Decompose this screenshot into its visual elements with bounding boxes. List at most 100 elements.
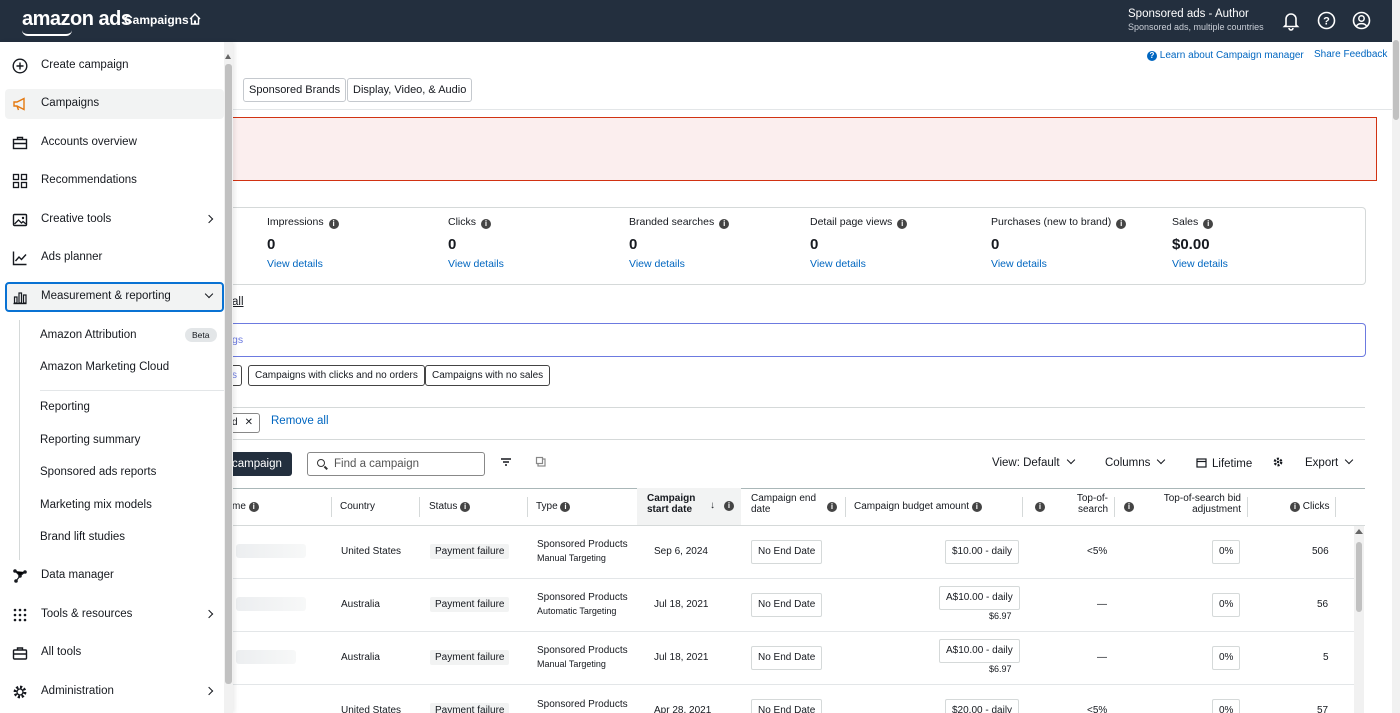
sidebar-item-all-tools[interactable]: All tools <box>5 638 224 668</box>
export-dropdown[interactable]: Export <box>1305 455 1354 469</box>
sidebar-item-administration[interactable]: Administration <box>5 677 224 707</box>
filter-chip-clicks-no-orders[interactable]: Campaigns with clicks and no orders <box>248 365 425 386</box>
view-details-link[interactable]: View details <box>629 258 729 270</box>
sidebar-item-campaigns[interactable]: Campaigns <box>5 89 224 119</box>
col-header-country[interactable]: Country <box>340 501 375 537</box>
col-header-clicks[interactable]: i Clicks <box>1290 501 1329 537</box>
sidebar-item-data-manager[interactable]: Data manager <box>5 561 224 591</box>
info-icon[interactable]: i <box>719 219 730 229</box>
share-feedback-link[interactable]: Share Feedback <box>1314 49 1387 60</box>
home-icon[interactable] <box>188 12 202 29</box>
sort-down-icon[interactable]: ↓ <box>710 500 715 511</box>
col-header-budget[interactable]: Campaign budget amount i <box>854 501 982 537</box>
table-scrollbar[interactable] <box>1354 526 1364 713</box>
chevron-right-icon <box>204 214 214 224</box>
campaign-name-redacted[interactable] <box>236 597 306 611</box>
filter-chip-partial[interactable]: s <box>232 365 242 386</box>
sidebar-item-accounts-overview[interactable]: Accounts overview <box>5 128 224 158</box>
scroll-up-icon[interactable] <box>225 54 231 59</box>
view-dropdown[interactable]: View: Default <box>992 455 1075 469</box>
bid-adjustment-field[interactable]: 0% <box>1212 699 1241 713</box>
info-icon[interactable]: i <box>560 502 571 512</box>
columns-dropdown[interactable]: Columns <box>1105 455 1166 469</box>
end-date-field[interactable]: No End Date <box>751 593 823 617</box>
col-header-start-date[interactable]: Campaign start date ↓ i <box>637 488 741 526</box>
info-icon[interactable]: i <box>897 219 908 229</box>
info-icon[interactable]: i <box>328 219 339 229</box>
sidebar-item-measurement-reporting[interactable]: Measurement & reporting <box>5 282 224 312</box>
remove-all-link[interactable]: Remove all <box>271 415 329 427</box>
bell-icon[interactable] <box>1282 11 1300 34</box>
view-details-link[interactable]: View details <box>448 258 504 270</box>
table-header-border <box>232 525 1365 526</box>
page-scrollbar[interactable] <box>1392 0 1400 713</box>
date-range-button[interactable]: Lifetime <box>1196 457 1252 470</box>
sidebar-subitem-reporting-summary[interactable]: Reporting summary <box>40 434 140 446</box>
col-header-status[interactable]: Status i <box>429 501 471 537</box>
info-icon[interactable]: i <box>1124 502 1134 512</box>
col-header-name[interactable]: me i <box>232 501 259 537</box>
info-icon[interactable]: i <box>1203 219 1214 229</box>
active-filter-chip[interactable]: d ✕ <box>232 413 260 433</box>
create-campaign-button[interactable]: campaign <box>232 452 292 476</box>
amazon-ads-logo[interactable]: amazon ads <box>22 8 132 31</box>
scroll-up-icon[interactable] <box>1355 529 1363 534</box>
filter-search-bar[interactable]: gs <box>232 323 1366 357</box>
filter-chip-no-sales[interactable]: Campaigns with no sales <box>425 365 551 386</box>
sidebar-scrollbar[interactable] <box>224 42 233 713</box>
account-switcher[interactable]: Sponsored ads - Author Sponsored ads, mu… <box>1128 8 1264 32</box>
help-icon[interactable]: ? <box>1317 11 1336 33</box>
budget-field[interactable]: A$10.00 - daily <box>939 639 1020 663</box>
info-icon[interactable]: i <box>724 501 734 511</box>
tab-sponsored-brands[interactable]: Sponsored Brands <box>243 78 347 102</box>
info-icon[interactable]: i <box>460 502 471 512</box>
close-icon[interactable]: ✕ <box>245 417 253 428</box>
campaign-name-redacted[interactable] <box>236 544 306 558</box>
copy-icon[interactable] <box>535 456 547 471</box>
sidebar-subitem-marketing-mix-models[interactable]: Marketing mix models <box>40 499 152 511</box>
sidebar-subitem-reporting[interactable]: Reporting <box>40 401 90 413</box>
learn-link[interactable]: ? Learn about Campaign manager <box>1147 50 1304 61</box>
bid-adjustment-field[interactable]: 0% <box>1212 593 1241 617</box>
view-all-link[interactable]: all <box>232 296 244 308</box>
campaign-name-redacted[interactable] <box>236 650 296 664</box>
budget-field[interactable]: A$10.00 - daily <box>939 586 1020 610</box>
view-details-link[interactable]: View details <box>810 258 907 270</box>
find-campaign-input[interactable]: Find a campaign <box>307 452 485 476</box>
view-details-link[interactable]: View details <box>1172 258 1228 270</box>
bid-adjustment-field[interactable]: 0% <box>1212 646 1241 670</box>
col-header-type[interactable]: Type i <box>536 501 571 537</box>
info-icon[interactable]: i <box>481 219 491 229</box>
view-details-link[interactable]: View details <box>267 258 339 270</box>
info-icon[interactable]: i <box>1290 502 1300 512</box>
sidebar-item-tools-resources[interactable]: Tools & resources <box>5 600 224 630</box>
end-date-field[interactable]: No End Date <box>751 646 823 670</box>
sidebar-item-ads-planner[interactable]: Ads planner <box>5 243 224 273</box>
tab-display-video-audio[interactable]: Display, Video, & Audio <box>347 78 473 102</box>
sidebar-subitem-amazon-attribution[interactable]: Amazon Attribution <box>40 329 137 341</box>
budget-field[interactable]: $10.00 - daily <box>945 540 1020 564</box>
sidebar-subitem-amazon-marketing-cloud[interactable]: Amazon Marketing Cloud <box>40 361 169 373</box>
info-icon[interactable]: i <box>1035 502 1045 512</box>
col-header-end-date[interactable]: Campaign end date <box>751 493 816 529</box>
view-details-link[interactable]: View details <box>991 258 1126 270</box>
info-icon[interactable]: i <box>248 502 259 512</box>
info-icon[interactable]: i <box>971 502 982 512</box>
sidebar-item-create-campaign[interactable]: Create campaign <box>5 51 224 81</box>
sidebar-subitem-sponsored-ads-reports[interactable]: Sponsored ads reports <box>40 466 156 478</box>
filter-icon[interactable] <box>500 456 512 471</box>
sidebar-item-recommendations[interactable]: Recommendations <box>5 166 224 196</box>
budget-field[interactable]: $20.00 - daily <box>945 699 1020 713</box>
info-icon[interactable]: i <box>1116 219 1127 229</box>
sidebar-subitem-brand-lift-studies[interactable]: Brand lift studies <box>40 531 125 543</box>
sidebar-item-creative-tools[interactable]: Creative tools <box>5 205 224 235</box>
top-section-label[interactable]: Campaigns <box>124 13 189 27</box>
info-icon[interactable]: i <box>827 502 837 512</box>
end-date-field[interactable]: No End Date <box>751 540 823 564</box>
bid-adjustment-field[interactable]: 0% <box>1212 540 1241 564</box>
user-icon[interactable] <box>1352 11 1371 33</box>
end-date-field[interactable]: No End Date <box>751 699 823 713</box>
gear-icon[interactable] <box>1272 456 1284 471</box>
col-header-top-of-search[interactable]: Top-of- search <box>1068 493 1108 529</box>
col-header-tos-bid-adjustment[interactable]: Top-of-search bid adjustment <box>1150 493 1241 529</box>
